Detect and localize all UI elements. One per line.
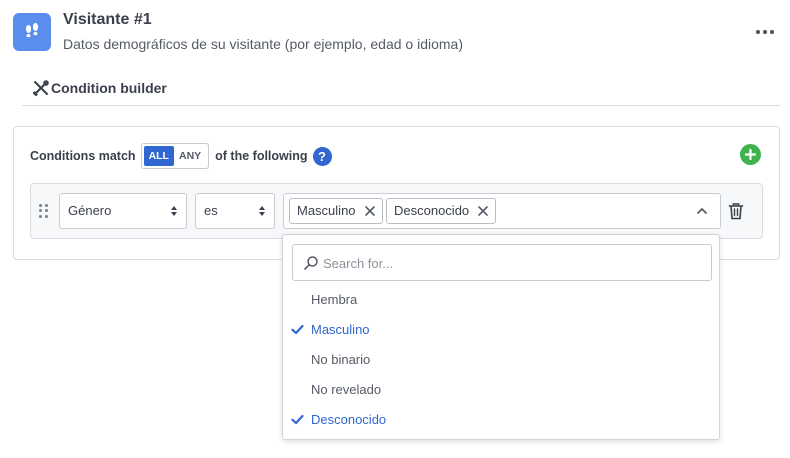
more-dot <box>763 30 767 34</box>
value-chip-label: Desconocido <box>394 203 470 218</box>
option-label: Desconocido <box>311 412 387 427</box>
search-icon <box>304 256 318 270</box>
dropdown-search <box>292 244 712 281</box>
value-dropdown-menu: Hembra Masculino No binario No revelado … <box>282 234 720 440</box>
match-all-button[interactable]: ALL <box>143 146 174 166</box>
add-condition-button[interactable] <box>740 144 761 165</box>
match-suffix-label: of the following <box>215 149 308 163</box>
dropdown-option[interactable]: Hembra <box>283 285 719 315</box>
page-title: Visitante #1 <box>63 11 152 28</box>
match-prefix-label: Conditions match <box>30 149 136 163</box>
sort-arrows-icon <box>259 206 265 216</box>
more-dot <box>770 30 774 34</box>
checkmark-icon <box>291 414 304 425</box>
option-label: No binario <box>311 352 371 367</box>
field-select[interactable]: Género <box>59 193 187 229</box>
match-any-button[interactable]: ANY <box>174 146 206 166</box>
value-chip: Desconocido <box>386 198 497 224</box>
help-icon[interactable]: ? <box>312 146 332 166</box>
value-multiselect[interactable]: Masculino Desconocido <box>283 193 721 229</box>
page-header: Visitante #1 Datos demográficos de su vi… <box>0 0 790 70</box>
chevron-up-icon[interactable] <box>696 206 708 216</box>
footprints-icon <box>13 13 51 51</box>
option-label: Masculino <box>311 322 370 337</box>
dropdown-option[interactable]: Desconocido <box>283 405 719 435</box>
more-horizontal-icon <box>756 30 760 34</box>
tab-label: Condition builder <box>51 80 167 96</box>
tab-bar: Condition builder <box>22 74 780 106</box>
match-mode-toggle: ALL ANY <box>140 143 210 169</box>
operator-select-value: es <box>204 203 218 218</box>
dropdown-option[interactable]: No binario <box>283 345 719 375</box>
conditions-match-row: Conditions match ALL ANY of the followin… <box>30 143 332 169</box>
remove-icon[interactable] <box>364 205 376 217</box>
dropdown-option[interactable]: Masculino <box>283 315 719 345</box>
value-chip: Masculino <box>289 198 383 224</box>
plus-icon <box>745 149 756 160</box>
value-chip-label: Masculino <box>297 203 356 218</box>
operator-select[interactable]: es <box>195 193 275 229</box>
remove-icon[interactable] <box>477 205 489 217</box>
checkmark-icon <box>291 324 304 335</box>
option-label: Hembra <box>311 292 358 307</box>
more-options-button[interactable] <box>752 22 778 42</box>
trash-icon[interactable] <box>728 202 744 220</box>
tools-icon <box>33 80 49 96</box>
tab-condition-builder[interactable]: Condition builder <box>32 79 167 97</box>
option-label: No revelado <box>311 382 382 397</box>
drag-handle-icon[interactable] <box>39 204 49 218</box>
page-subtitle: Datos demográficos de su visitante (por … <box>63 36 463 52</box>
dropdown-option[interactable]: No revelado <box>283 375 719 405</box>
search-input[interactable] <box>323 253 703 273</box>
condition-row: Género es Masculino Desconocido <box>30 183 763 239</box>
field-select-value: Género <box>68 203 112 218</box>
sort-arrows-icon <box>171 206 177 216</box>
